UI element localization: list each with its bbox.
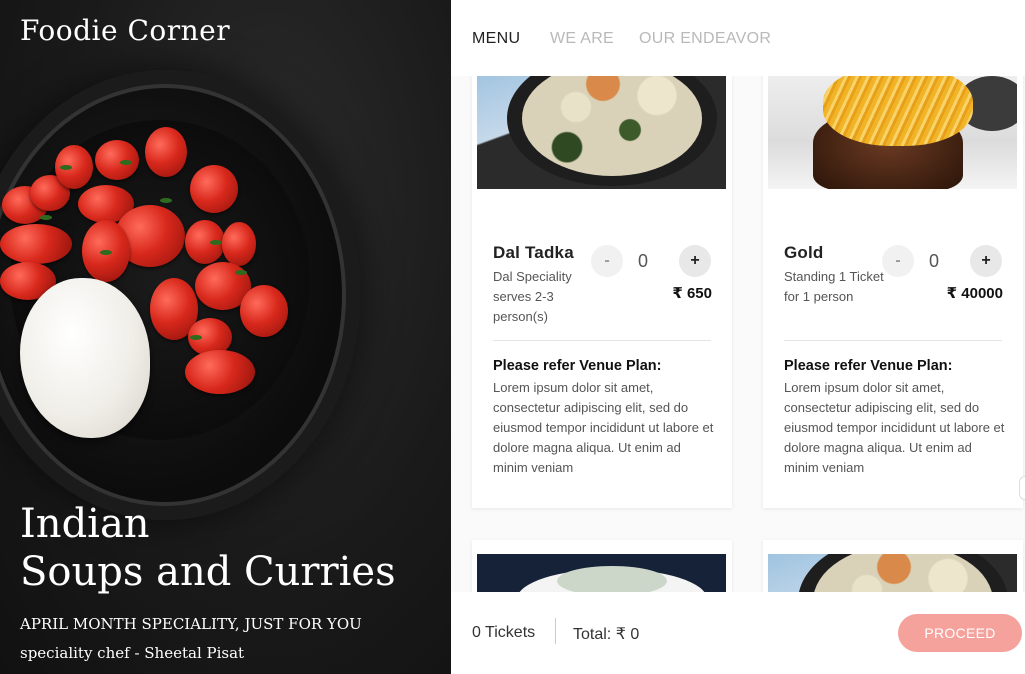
hero-chef-credit: speciality chef - Sheetal Pisat — [20, 644, 245, 662]
card-divider — [493, 340, 711, 341]
fries — [823, 76, 973, 146]
increase-quantity-button[interactable]: + — [679, 245, 711, 277]
dish-photo — [477, 554, 726, 592]
hero-title-line2: Soups and Curries — [20, 549, 396, 595]
nav-we-are[interactable]: WE ARE — [550, 30, 614, 48]
total-amount: Total: ₹ 0 — [573, 626, 640, 643]
item-price: ₹ 650 — [672, 285, 712, 302]
tomato — [185, 350, 255, 394]
scroll-indicator[interactable] — [1019, 476, 1025, 500]
tomato — [0, 224, 72, 264]
tomato — [222, 222, 256, 266]
top-nav: MENU WE ARE OUR ENDEAVOR — [451, 0, 1025, 76]
food — [813, 554, 993, 592]
venue-plan-text: Lorem ipsum dolor sit amet, consectetur … — [784, 380, 1005, 475]
tomato — [95, 140, 139, 180]
hero-title: Indian Soups and Curries — [20, 500, 396, 596]
nav-menu[interactable]: MENU — [472, 30, 520, 48]
basil-leaf — [235, 270, 247, 275]
tomato — [145, 127, 187, 177]
dish2 — [557, 566, 667, 592]
basil-leaf — [190, 335, 202, 340]
item-description: Standing 1 Ticket for 1 person — [784, 269, 884, 304]
decrease-quantity-button[interactable]: - — [591, 245, 623, 277]
separator — [555, 618, 556, 644]
tomato — [190, 165, 238, 213]
hero-title-line1: Indian — [20, 501, 150, 547]
venue-plan-title: Please refer Venue Plan: — [784, 358, 953, 374]
dish-photo — [768, 554, 1017, 592]
decrease-quantity-button[interactable]: - — [882, 245, 914, 277]
proceed-button[interactable]: PROCEED — [898, 614, 1022, 652]
menu-card-dal-tadka: Dal Tadka Dal Speciality serves 2-3 pers… — [472, 76, 732, 508]
increase-quantity-button[interactable]: + — [970, 245, 1002, 277]
menu-card — [763, 540, 1023, 592]
item-description: Dal Speciality serves 2-3 person(s) — [493, 269, 572, 324]
card-divider — [784, 340, 1002, 341]
basil-leaf — [210, 240, 222, 245]
basil-leaf — [60, 165, 72, 170]
venue-plan-text: Lorem ipsum dolor sit amet, consectetur … — [493, 380, 714, 475]
basil-leaf — [40, 215, 52, 220]
hero-subtitle: APRIL MONTH SPECIALITY, JUST FOR YOU spe… — [20, 610, 362, 668]
basil-leaf — [120, 160, 132, 165]
menu-list[interactable]: Dal Tadka Dal Speciality serves 2-3 pers… — [451, 76, 1025, 592]
hero-subtitle-text: APRIL MONTH SPECIALITY, JUST FOR YOU — [20, 615, 362, 633]
checkout-bar: 0 Tickets Total: ₹ 0 PROCEED — [451, 592, 1025, 674]
item-price: ₹ 40000 — [946, 285, 1003, 302]
hero-panel: Foodie Corner Indian Soups and Curries A… — [0, 0, 451, 674]
dish-photo — [477, 76, 726, 189]
basil-leaf — [100, 250, 112, 255]
brand-logo: Foodie Corner — [20, 14, 231, 47]
nav-our-endeavor[interactable]: OUR ENDEAVOR — [639, 30, 771, 48]
venue-plan-title: Please refer Venue Plan: — [493, 358, 662, 374]
quantity-value: 0 — [929, 251, 940, 271]
dish-photo — [768, 76, 1017, 189]
quantity-value: 0 — [638, 251, 649, 271]
menu-panel: MENU WE ARE OUR ENDEAVOR Dal Tadka Dal S… — [451, 0, 1025, 674]
basil-leaf — [160, 198, 172, 203]
item-name: Gold — [784, 243, 824, 262]
ticket-count: 0 Tickets — [472, 624, 536, 641]
menu-card-gold: Gold Standing 1 Ticket for 1 person - 0 … — [763, 76, 1023, 508]
item-name: Dal Tadka — [493, 243, 574, 262]
tomato — [240, 285, 288, 337]
menu-card — [472, 540, 732, 592]
